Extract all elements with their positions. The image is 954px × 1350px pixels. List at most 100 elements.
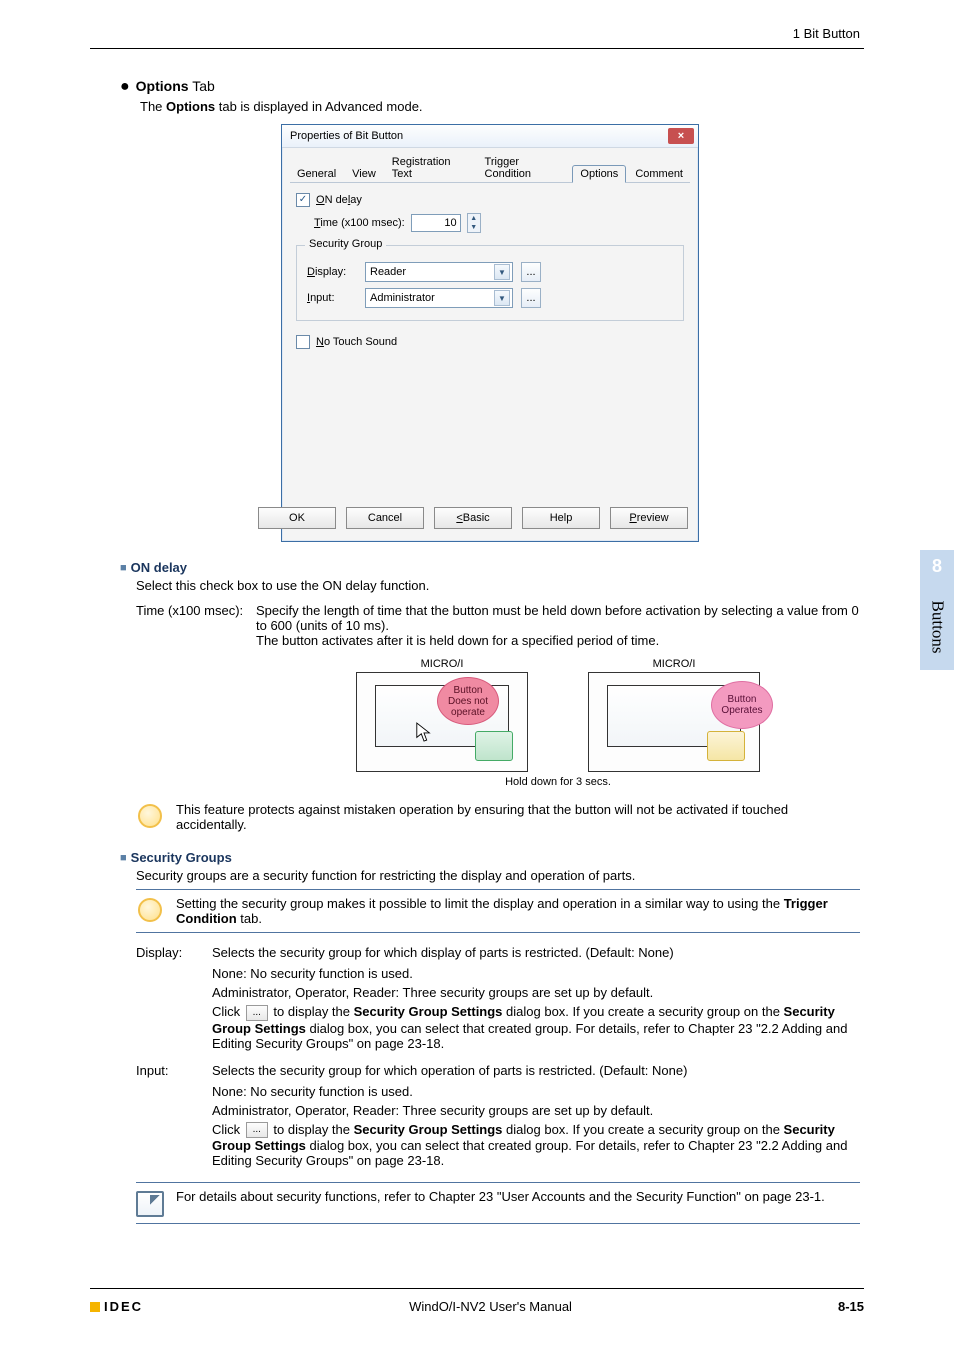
browse-button-icon[interactable]: ...: [246, 1122, 268, 1138]
dropdown-arrow-icon: ▼: [494, 290, 510, 306]
security-note-text: For details about security functions, re…: [176, 1189, 825, 1204]
display-key: Display:: [136, 945, 212, 960]
on-delay-title: ON delay: [131, 560, 187, 575]
dialog-tabs: General View Registration Text Trigger C…: [282, 148, 698, 182]
dialog-button-bar: OK Cancel < Basic Help Preview: [282, 497, 698, 541]
bubble-left-l3: operate: [451, 707, 485, 718]
input-line: Selects the security group for which ope…: [212, 1063, 860, 1078]
dialog-titlebar: Properties of Bit Button ×: [282, 125, 698, 148]
square-bullet-icon: ■: [120, 852, 127, 864]
cancel-button[interactable]: Cancel: [346, 507, 424, 529]
on-delay-time-input[interactable]: 10: [411, 214, 461, 232]
click-post2: dialog box, you can select that created …: [212, 1138, 847, 1168]
input-admin-line: Administrator, Operator, Reader: Three s…: [212, 1103, 860, 1118]
dialog-close-button[interactable]: ×: [668, 128, 694, 144]
sgs-bold: Security Group Settings: [354, 1004, 503, 1019]
panel-left-screen-icon: [475, 731, 513, 761]
help-button[interactable]: Help: [522, 507, 600, 529]
no-touch-sound-checkbox[interactable]: [296, 335, 310, 349]
header-rule: [90, 48, 864, 49]
note-icon-wrap: [136, 1189, 164, 1217]
on-delay-time-line2: The button activates after it is held do…: [256, 633, 860, 648]
side-tab-label: Buttons: [927, 601, 947, 654]
security-input-combo[interactable]: Administrator ▼: [365, 288, 513, 308]
display-click-line: Click ... to display the Security Group …: [212, 1004, 860, 1051]
security-groups-tip-text: Setting the security group makes it poss…: [176, 896, 860, 926]
on-delay-time-val: Specify the length of time that the butt…: [256, 603, 860, 788]
options-tab-title: Options Tab: [136, 78, 215, 94]
security-groups-section: ■Security Groups Security groups are a s…: [120, 850, 860, 1224]
tab-comment[interactable]: Comment: [628, 166, 690, 182]
input-click-line: Click ... to display the Security Group …: [212, 1122, 860, 1169]
click-mid2b: dialog box. If you create a security gro…: [502, 1122, 783, 1137]
display-def: Display: Selects the security group for …: [136, 945, 860, 960]
on-delay-time-label: Time (x100 msec):: [314, 217, 405, 229]
options-tab-title-bold: Options: [136, 78, 189, 94]
tab-view[interactable]: View: [345, 166, 383, 182]
ok-button[interactable]: OK: [258, 507, 336, 529]
sgs-bold3: Security Group Settings: [354, 1122, 503, 1137]
spinner-up-icon: ▲: [468, 214, 480, 223]
cursor-icon: [415, 721, 433, 743]
tab-options[interactable]: Options: [572, 165, 626, 183]
footer-page-number: 8-15: [838, 1299, 864, 1314]
on-delay-time-row: Time (x100 msec): 10 ▲▼: [314, 213, 684, 233]
options-tab-intro-bold: Options: [166, 99, 215, 114]
on-delay-heading: ■ ON delay: [120, 560, 860, 575]
options-tab-title-rest: Tab: [189, 78, 215, 94]
on-delay-time-spinner[interactable]: ▲▼: [467, 213, 481, 233]
bullet-icon: ●: [120, 79, 130, 95]
footer-manual-title: WindO/I-NV2 User's Manual: [409, 1299, 572, 1314]
options-tab-heading: ● Options Tab: [120, 78, 860, 95]
security-input-browse[interactable]: ...: [521, 288, 541, 308]
footer: IDEC WindO/I-NV2 User's Manual 8-15: [90, 1288, 864, 1314]
dropdown-arrow-icon: ▼: [494, 264, 510, 280]
dialog-body: ON delay Time (x100 msec): 10 ▲▼ Securit…: [290, 182, 690, 497]
panel-right: Button Operates: [588, 672, 760, 772]
options-tab-intro: The Options tab is displayed in Advanced…: [140, 99, 860, 114]
on-delay-tip: This feature protects against mistaken o…: [136, 802, 860, 832]
tab-trigger-condition[interactable]: Trigger Condition: [478, 154, 571, 182]
security-group-legend: Security Group: [305, 238, 386, 250]
tab-registration-text[interactable]: Registration Text: [385, 154, 476, 182]
input-none-line: None: No security function is used.: [212, 1084, 860, 1099]
spinner-down-icon: ▼: [468, 223, 480, 232]
browse-button-icon[interactable]: ...: [246, 1005, 268, 1021]
preview-button[interactable]: Preview: [610, 507, 688, 529]
click-mid1b: to display the: [270, 1122, 354, 1137]
security-input-row: Input: Administrator ▼ ...: [307, 288, 673, 308]
security-groups-title: Security Groups: [131, 850, 232, 865]
content: ● Options Tab The Options tab is display…: [120, 78, 860, 1230]
on-delay-checkbox[interactable]: [296, 193, 310, 207]
divider: [136, 1223, 860, 1224]
display-none-line: None: No security function is used.: [212, 966, 860, 981]
basic-button[interactable]: < Basic: [434, 507, 512, 529]
idec-logo-text: IDEC: [104, 1299, 143, 1314]
square-bullet-icon: ■: [120, 562, 127, 574]
security-display-label: Display:: [307, 266, 357, 278]
header-section-title: 1 Bit Button: [793, 26, 860, 41]
security-group-box: Security Group Display: Reader ▼ ... Inp…: [296, 245, 684, 321]
lightbulb-icon: [136, 896, 164, 922]
bubble-right-l1: Button: [728, 694, 757, 705]
security-note: For details about security functions, re…: [136, 1189, 860, 1217]
on-delay-time-def: Time (x100 msec): Specify the length of …: [136, 603, 860, 788]
divider: [136, 1182, 860, 1183]
panel-right-screen-icon: [707, 731, 745, 761]
dialog-title-text: Properties of Bit Button: [290, 130, 403, 142]
security-display-value: Reader: [370, 266, 406, 278]
security-display-browse[interactable]: ...: [521, 262, 541, 282]
close-icon: ×: [678, 130, 684, 142]
tab-general[interactable]: General: [290, 166, 343, 182]
security-groups-tip: Setting the security group makes it poss…: [136, 896, 860, 926]
panel-left: Button Does not operate: [356, 672, 528, 772]
on-delay-illustration: MICRO/I Button Does not operate: [256, 658, 860, 772]
idec-logo: IDEC: [90, 1299, 143, 1314]
security-display-combo[interactable]: Reader ▼: [365, 262, 513, 282]
panel-right-label: MICRO/I: [588, 658, 760, 670]
options-tab-intro-pre: The: [140, 99, 166, 114]
page: 1 Bit Button 8 Buttons ● Options Tab The…: [0, 0, 954, 1350]
display-block: Display: Selects the security group for …: [136, 945, 860, 1051]
on-delay-section: ■ON delay Select this check box to use t…: [120, 560, 860, 832]
input-block: Input: Selects the security group for wh…: [136, 1063, 860, 1169]
